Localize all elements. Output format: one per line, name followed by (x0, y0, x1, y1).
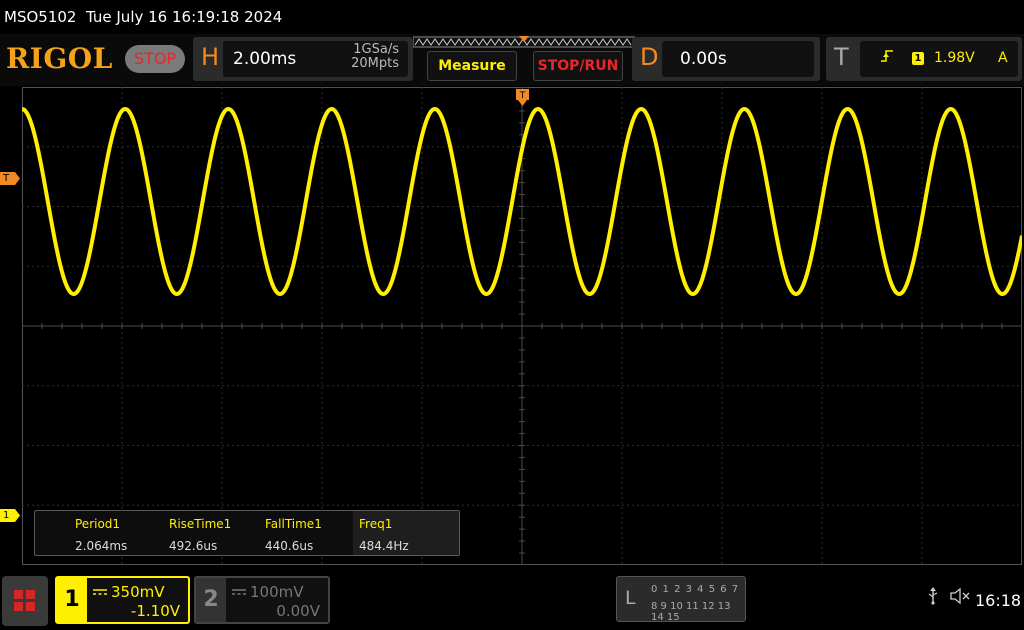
meas-value-freq: 484.4Hz (359, 539, 409, 553)
meas-header-freq: Freq1 (359, 517, 393, 531)
clock: 16:18 (975, 591, 1022, 610)
title-bar: MSO5102 Tue July 16 16:19:18 2024 (0, 0, 1024, 34)
trigger-panel[interactable]: T 1 1.98V A (826, 37, 1022, 81)
home-button[interactable] (2, 576, 48, 626)
trigger-letter: T (834, 43, 849, 71)
stop-run-button[interactable]: STOP/RUN (533, 51, 623, 81)
ch1-panel[interactable]: 1 350mV -1.10V (55, 576, 190, 624)
measure-button[interactable]: Measure (427, 51, 517, 81)
status-badge[interactable]: STOP (125, 45, 185, 73)
delay-value: 0.00s (680, 49, 727, 69)
memory-depth: 20Mpts (351, 56, 399, 71)
meas-header-falltime: FallTime1 (265, 517, 322, 531)
bottom-bar: 1 350mV -1.10V 2 100mV 0.00V L 0 1 2 3 4… (0, 570, 1024, 630)
meas-header-period: Period1 (75, 517, 121, 531)
ch2-offset: 0.00V (276, 602, 320, 620)
top-bar: RIGOL STOP H 2.00ms 1GSa/s 20Mpts Measur… (0, 34, 1024, 86)
trigger-level: 1.98V (934, 50, 975, 66)
datetime: Tue July 16 16:19:18 2024 (86, 8, 283, 26)
sample-rate: 1GSa/s (353, 42, 399, 57)
ch2-panel[interactable]: 2 100mV 0.00V (194, 576, 330, 624)
ch2-scale: 100mV (250, 583, 304, 601)
acquisition-info: 1GSa/s 20Mpts (341, 43, 399, 71)
trigger-marker-label: T (519, 91, 526, 101)
rigol-logo: RIGOL (6, 42, 113, 75)
timebase-value: 2.00ms (233, 49, 297, 69)
delay-panel[interactable]: D 0.00s (632, 37, 820, 81)
measurement-table[interactable]: Period1 RiseTime1 FallTime1 Freq1 2.064m… (34, 510, 460, 556)
memory-position-strip[interactable] (413, 36, 635, 50)
meas-header-risetime: RiseTime1 (169, 517, 232, 531)
logic-letter: L (625, 587, 636, 609)
dc-coupling-icon (93, 589, 107, 595)
trigger-position-marker[interactable]: T (516, 89, 529, 107)
usb-icon (928, 587, 938, 605)
meas-value-risetime: 492.6us (169, 539, 218, 553)
meas-value-falltime: 440.6us (265, 539, 314, 553)
mute-icon[interactable] (950, 587, 970, 605)
trigger-level-marker[interactable]: T (0, 172, 20, 185)
ch1-scale: 350mV (111, 583, 165, 601)
grid-menu-icon (14, 590, 35, 611)
trigger-mode: A (998, 50, 1008, 66)
logic-channels-row1: 0 1 2 3 4 5 6 7 (651, 584, 740, 595)
ch1-offset: -1.10V (130, 602, 180, 620)
waveform-display (22, 87, 1022, 565)
model-name: MSO5102 (4, 8, 77, 26)
ch2-number: 2 (196, 578, 226, 622)
delay-letter: D (640, 43, 659, 71)
logic-panel[interactable]: L 0 1 2 3 4 5 6 7 8 9 10 11 12 13 14 15 (616, 576, 746, 623)
horizontal-panel[interactable]: H 2.00ms 1GSa/s 20Mpts (193, 37, 413, 81)
ch1-offset-marker[interactable]: 1 (0, 509, 20, 522)
dc-coupling-icon (232, 589, 246, 595)
logic-channels-row2: 8 9 10 11 12 13 14 15 (651, 601, 731, 623)
rising-edge-icon (881, 50, 893, 62)
meas-value-period: 2.064ms (75, 539, 128, 553)
trigger-source-badge: 1 (912, 52, 924, 65)
ch1-number: 1 (57, 578, 87, 622)
horizontal-letter: H (201, 43, 220, 71)
